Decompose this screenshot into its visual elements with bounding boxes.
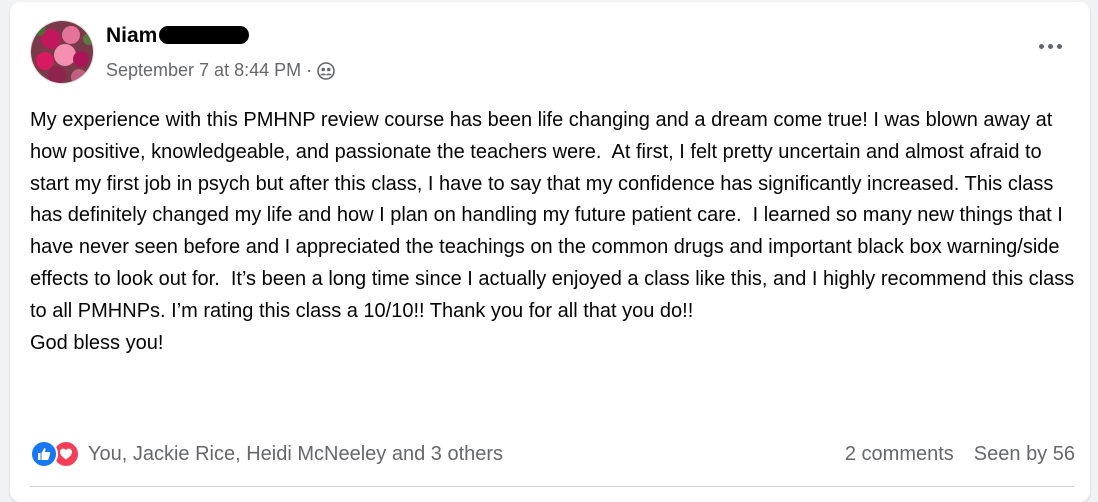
avatar-image <box>31 21 93 83</box>
meta-separator: · <box>306 60 313 80</box>
footer-divider <box>30 486 1075 487</box>
friends-icon[interactable] <box>317 61 335 80</box>
ellipsis-icon[interactable] <box>1030 32 1070 60</box>
author-name-text[interactable]: Niam <box>106 24 157 47</box>
avatar[interactable] <box>30 20 94 84</box>
redaction-mark <box>159 26 250 44</box>
more-dot <box>1038 43 1044 49</box>
seen-by-count[interactable]: Seen by 56 <box>974 443 1075 466</box>
more-dot <box>1056 43 1062 49</box>
author-name[interactable]: Niam <box>106 24 250 48</box>
post-footer: You, Jackie Rice, Heidi McNeeley and 3 o… <box>30 434 1075 474</box>
more-dot <box>1047 43 1053 49</box>
post-stats: 2 comments Seen by 56 <box>845 443 1075 466</box>
post-meta: September 7 at 8:44 PM · <box>106 60 335 81</box>
reactions-names[interactable]: You, Jackie Rice, Heidi McNeeley and 3 o… <box>88 443 503 466</box>
post-body-text: My experience with this PMHNP review cou… <box>30 109 1075 354</box>
post-card: Niam September 7 at 8:44 PM · My experie… <box>10 2 1090 502</box>
post-header: Niam September 7 at 8:44 PM · <box>30 20 1070 84</box>
like-icon <box>30 440 58 468</box>
reactions-summary[interactable]: You, Jackie Rice, Heidi McNeeley and 3 o… <box>30 440 503 468</box>
comments-count[interactable]: 2 comments <box>845 443 954 466</box>
post-timestamp[interactable]: September 7 at 8:44 PM <box>106 60 301 81</box>
